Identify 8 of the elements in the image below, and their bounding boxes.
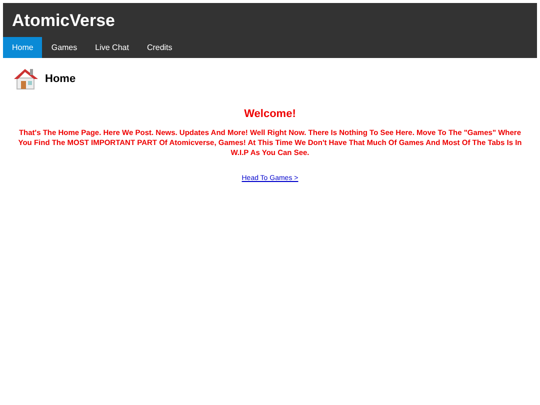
- page-title: Home: [45, 73, 76, 85]
- nav-tab[interactable]: Games: [42, 37, 86, 58]
- house-icon: [13, 67, 39, 91]
- nav-tab[interactable]: Home: [3, 37, 42, 58]
- site-title: AtomicVerse: [11, 10, 116, 32]
- nav-tab[interactable]: Live Chat: [86, 37, 138, 58]
- welcome-heading: Welcome!: [243, 108, 297, 120]
- nav-tab[interactable]: Credits: [138, 37, 182, 58]
